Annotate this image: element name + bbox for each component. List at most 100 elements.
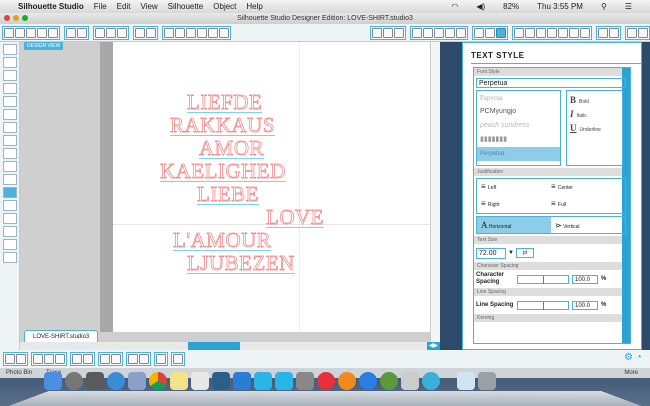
- trace-icon[interactable]: [598, 27, 608, 38]
- redo-icon[interactable]: [146, 27, 156, 38]
- bold-option[interactable]: B Bold: [567, 91, 622, 105]
- silhouette-studio-icon[interactable]: [422, 372, 440, 390]
- fill-color-icon[interactable]: [412, 27, 422, 38]
- select-tool-icon[interactable]: [3, 44, 17, 55]
- line-color-icon[interactable]: [434, 27, 444, 38]
- registration-icon[interactable]: [394, 27, 404, 38]
- menu-file[interactable]: File: [94, 2, 107, 11]
- justify-left[interactable]: Left: [481, 182, 551, 193]
- gradient-icon[interactable]: [423, 27, 433, 38]
- app-store-icon[interactable]: [359, 372, 377, 390]
- printer-icon[interactable]: [401, 372, 419, 390]
- release-compound-icon[interactable]: [44, 354, 54, 364]
- text-word[interactable]: KAELIGHED: [160, 160, 286, 182]
- print-icon[interactable]: [66, 27, 76, 38]
- ungroup-icon[interactable]: [16, 354, 26, 364]
- vertical-scrollbar[interactable]: [430, 42, 440, 342]
- photo-app-icon[interactable]: [86, 372, 104, 390]
- delete-icon[interactable]: [83, 354, 93, 364]
- word-icon[interactable]: [233, 372, 251, 390]
- volume-icon[interactable]: ◀): [476, 2, 485, 11]
- unit-label[interactable]: pt: [515, 248, 534, 258]
- drag-zoom-icon[interactable]: [208, 27, 218, 38]
- launchpad-icon[interactable]: [65, 372, 83, 390]
- move-icon[interactable]: [547, 27, 557, 38]
- rotate-icon[interactable]: [525, 27, 535, 38]
- close-button[interactable]: [4, 15, 10, 21]
- cut-send-icon[interactable]: [627, 27, 637, 38]
- safari-icon[interactable]: [107, 372, 125, 390]
- minimize-button[interactable]: [13, 15, 19, 21]
- release-icon[interactable]: [128, 354, 138, 364]
- line-style-icon[interactable]: [445, 27, 455, 38]
- iphoto-icon[interactable]: [212, 372, 230, 390]
- page-settings-icon[interactable]: [372, 27, 382, 38]
- scale-icon[interactable]: [536, 27, 546, 38]
- text-tool-icon[interactable]: [3, 187, 17, 198]
- more-label[interactable]: More: [624, 368, 638, 378]
- settings-gear-icon[interactable]: ⚙ ◔: [624, 352, 642, 363]
- italic-option[interactable]: I Italic: [567, 105, 622, 119]
- design-view-icon[interactable]: [3, 226, 17, 237]
- text-word[interactable]: AMOR: [199, 137, 265, 159]
- text-word[interactable]: LJUBEZEN: [187, 252, 295, 274]
- replicate-icon[interactable]: [558, 27, 568, 38]
- zoom-in-icon[interactable]: [175, 27, 185, 38]
- make-compound-icon[interactable]: [33, 354, 43, 364]
- point-edit-icon[interactable]: [3, 57, 17, 68]
- itunes-icon[interactable]: [317, 372, 335, 390]
- menu-silhouette[interactable]: Silhouette: [168, 2, 204, 11]
- copy-icon[interactable]: [95, 27, 105, 38]
- grid-icon[interactable]: [383, 27, 393, 38]
- zoom-select-icon[interactable]: [197, 27, 207, 38]
- menu-help[interactable]: Help: [246, 2, 262, 11]
- curve-tool-icon[interactable]: [3, 122, 17, 133]
- select-all-icon[interactable]: [139, 354, 149, 364]
- text-style-icon[interactable]: [496, 27, 506, 38]
- design-page[interactable]: LIEFDE RAKKAUS AMOR KAELIGHED LIEBE LOVE…: [113, 42, 430, 332]
- cut-style-icon[interactable]: [474, 27, 484, 38]
- arc-tool-icon[interactable]: [3, 161, 17, 172]
- trace-quick-icon[interactable]: [173, 354, 183, 364]
- regular-polygon-icon[interactable]: [3, 174, 17, 185]
- menu-app[interactable]: Silhouette Studio: [18, 2, 84, 11]
- new-icon[interactable]: [4, 27, 14, 38]
- open-icon[interactable]: [15, 27, 25, 38]
- trash-icon[interactable]: [478, 372, 496, 390]
- font-item[interactable]: PCMyungjo: [477, 105, 560, 119]
- chrome-icon[interactable]: [149, 372, 167, 390]
- ellipse-tool-icon[interactable]: [3, 96, 17, 107]
- text-size-dropdown-icon[interactable]: ▼: [508, 250, 514, 256]
- line-tool-icon[interactable]: [3, 70, 17, 81]
- scroll-arrows[interactable]: ◀▶: [426, 342, 440, 350]
- rectangle-tool-icon[interactable]: [3, 83, 17, 94]
- weld-icon[interactable]: [55, 354, 65, 364]
- stickies-icon[interactable]: [170, 372, 188, 390]
- send-icon[interactable]: [77, 27, 87, 38]
- preview-icon[interactable]: [128, 372, 146, 390]
- time-machine-icon[interactable]: [380, 372, 398, 390]
- app-icon[interactable]: [275, 372, 293, 390]
- save-library-icon[interactable]: [48, 27, 58, 38]
- cut-icon[interactable]: [117, 27, 127, 38]
- save-icon[interactable]: [37, 27, 47, 38]
- font-item[interactable]: ▮▮▮▮▮▮▮: [477, 133, 560, 147]
- menu-view[interactable]: View: [140, 2, 157, 11]
- undo-icon[interactable]: [135, 27, 145, 38]
- text-size-input[interactable]: 72.00: [476, 247, 506, 259]
- send-back-icon[interactable]: [111, 354, 121, 364]
- fit-page-icon[interactable]: [219, 27, 229, 38]
- line-spacing-input[interactable]: 100.0: [572, 300, 598, 310]
- ibooks-icon[interactable]: [338, 372, 356, 390]
- text-word[interactable]: L'AMOUR: [173, 229, 272, 251]
- menu-object[interactable]: Object: [213, 2, 236, 11]
- finder-icon[interactable]: [44, 372, 62, 390]
- system-preferences-icon[interactable]: [296, 372, 314, 390]
- pattern-icon[interactable]: [456, 27, 466, 38]
- text-word[interactable]: LIEFDE: [187, 91, 263, 113]
- zoom-button[interactable]: [22, 15, 28, 21]
- calendar-app-icon[interactable]: [191, 372, 209, 390]
- justify-full[interactable]: Full: [551, 199, 621, 210]
- library-icon[interactable]: [26, 27, 36, 38]
- char-spacing-slider[interactable]: [517, 274, 569, 284]
